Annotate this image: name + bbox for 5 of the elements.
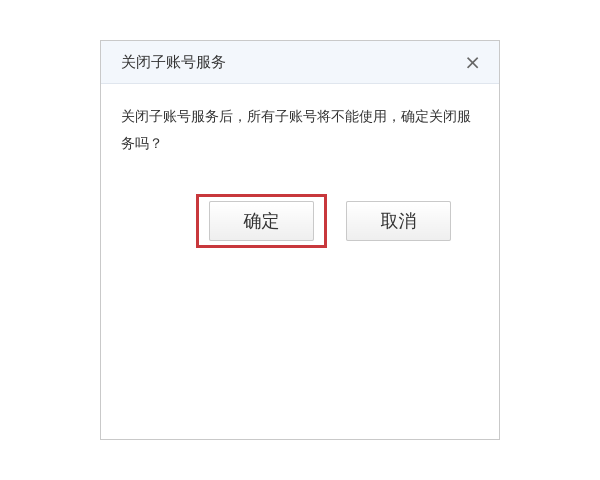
dialog-button[interactable]: 确定 [209, 201, 314, 241]
dialog-button[interactable]: 取消 [346, 201, 451, 241]
close-button[interactable]: × [464, 52, 481, 72]
dialog-title: 关闭子账号服务 [121, 52, 226, 72]
dialog-message: 关闭子账号服务后，所有子账号将不能使用，确定关闭服务吗？ [121, 108, 472, 154]
